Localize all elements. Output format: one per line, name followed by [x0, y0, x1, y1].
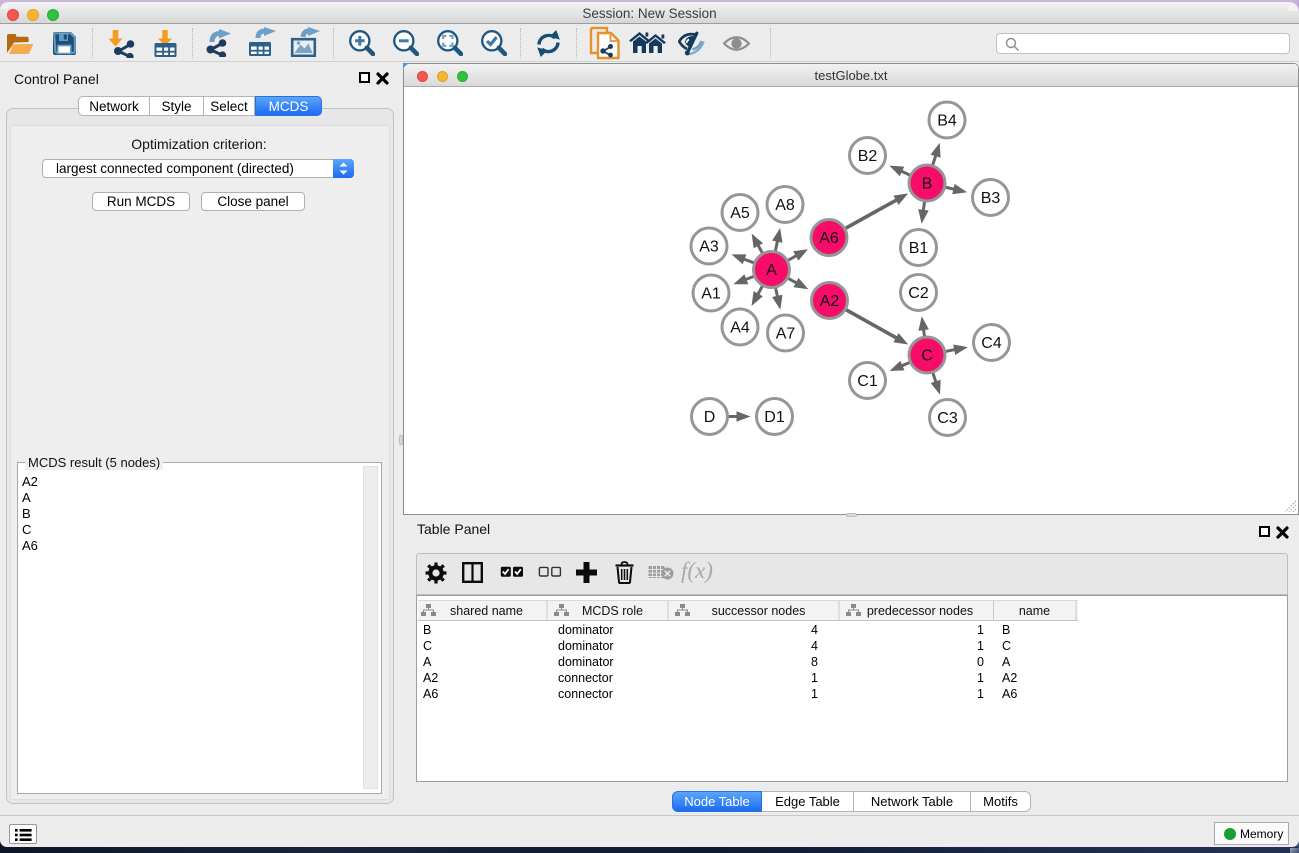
- svg-text:C: C: [1002, 639, 1011, 653]
- svg-text:D: D: [704, 409, 716, 426]
- svg-text:C2: C2: [908, 285, 929, 302]
- svg-text:predecessor nodes: predecessor nodes: [867, 604, 973, 618]
- svg-text:A: A: [423, 655, 432, 669]
- svg-text:4: 4: [811, 623, 818, 637]
- svg-text:A7: A7: [776, 326, 796, 343]
- svg-text:dominator: dominator: [558, 655, 614, 669]
- svg-text:8: 8: [811, 655, 818, 669]
- svg-text:dominator: dominator: [558, 639, 614, 653]
- svg-text:4: 4: [811, 639, 818, 653]
- svg-text:B: B: [423, 623, 431, 637]
- svg-text:A6: A6: [423, 687, 438, 701]
- svg-text:connector: connector: [558, 671, 613, 685]
- svg-text:B: B: [922, 176, 933, 193]
- svg-text:B3: B3: [981, 190, 1001, 207]
- svg-text:A2: A2: [820, 293, 840, 310]
- svg-text:A5: A5: [730, 205, 750, 222]
- svg-text:A4: A4: [730, 320, 750, 337]
- svg-text:1: 1: [811, 671, 818, 685]
- svg-text:1: 1: [977, 687, 984, 701]
- svg-text:A: A: [766, 262, 777, 279]
- svg-text:C1: C1: [857, 373, 878, 390]
- svg-text:C4: C4: [981, 335, 1002, 352]
- svg-text:B: B: [1002, 623, 1010, 637]
- svg-text:A2: A2: [423, 671, 438, 685]
- svg-text:C3: C3: [937, 410, 958, 427]
- svg-text:0: 0: [977, 655, 984, 669]
- svg-text:C: C: [921, 348, 933, 365]
- svg-text:1: 1: [811, 687, 818, 701]
- svg-text:C: C: [423, 639, 432, 653]
- svg-text:dominator: dominator: [558, 623, 614, 637]
- svg-text:A3: A3: [699, 239, 719, 256]
- svg-text:A2: A2: [1002, 671, 1017, 685]
- svg-text:MCDS role: MCDS role: [582, 604, 643, 618]
- svg-text:A6: A6: [819, 230, 839, 247]
- svg-text:1: 1: [977, 639, 984, 653]
- svg-text:shared name: shared name: [450, 604, 523, 618]
- svg-text:successor nodes: successor nodes: [712, 604, 806, 618]
- svg-text:D1: D1: [764, 409, 785, 426]
- svg-text:A8: A8: [775, 197, 795, 214]
- svg-text:B4: B4: [937, 113, 957, 130]
- svg-text:A1: A1: [701, 286, 721, 303]
- svg-text:B2: B2: [858, 148, 878, 165]
- svg-text:A6: A6: [1002, 687, 1017, 701]
- svg-text:1: 1: [977, 671, 984, 685]
- svg-text:A: A: [1002, 655, 1011, 669]
- svg-text:name: name: [1019, 604, 1050, 618]
- svg-text:B1: B1: [909, 240, 929, 257]
- svg-text:1: 1: [977, 623, 984, 637]
- svg-text:connector: connector: [558, 687, 613, 701]
